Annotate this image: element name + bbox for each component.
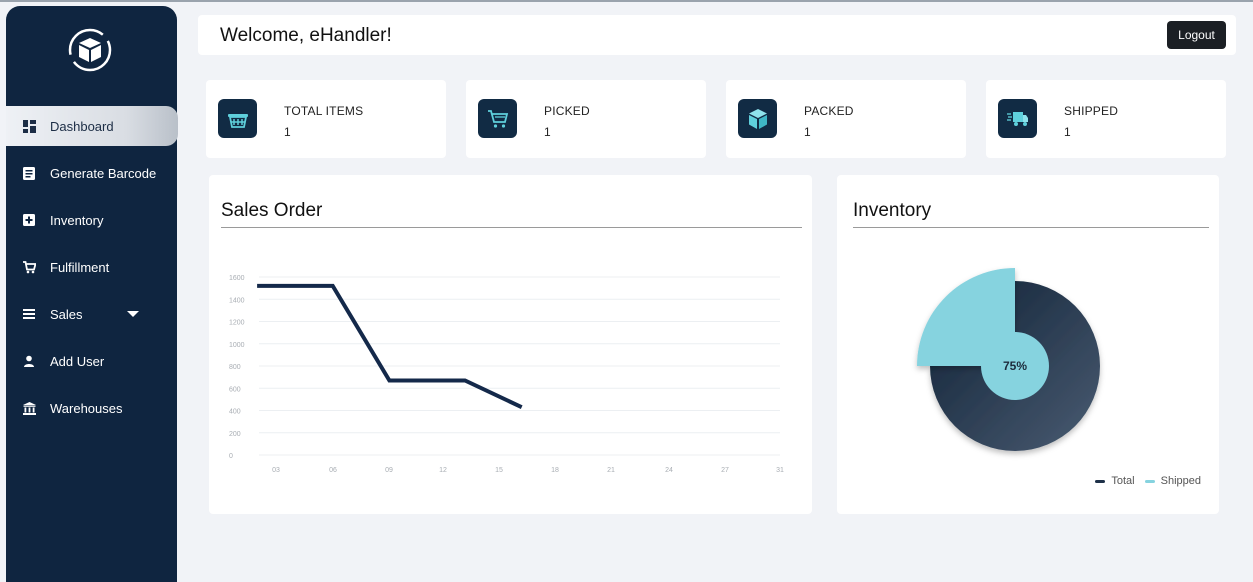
x-tick-label: 06 [329, 467, 337, 474]
chart-legend: Total Shipped [1085, 475, 1201, 487]
legend-swatch-shipped [1144, 479, 1155, 483]
y-tick-label: 0 [229, 453, 233, 460]
x-tick-label: 21 [607, 467, 615, 474]
plus-box-icon [22, 213, 36, 227]
y-tick-label: 800 [229, 364, 241, 371]
sidebar-item-generate-barcode[interactable]: Generate Barcode [0, 153, 171, 193]
logout-button[interactable]: Logout [1167, 21, 1226, 49]
sidebar-item-fulfillment[interactable]: Fulfillment [0, 247, 171, 287]
y-tick-label: 1600 [229, 275, 245, 282]
legend-label-total: Total [1111, 475, 1135, 487]
stat-value: 1 [284, 125, 291, 139]
stat-label: PICKED [544, 104, 590, 118]
legend-swatch-total [1095, 479, 1106, 483]
stat-label: SHIPPED [1064, 104, 1119, 118]
stat-value: 1 [804, 125, 811, 139]
cart-icon [478, 99, 517, 138]
document-icon [22, 166, 36, 180]
x-tick-label: 12 [439, 467, 447, 474]
sidebar-item-label: Generate Barcode [50, 165, 157, 181]
dashboard-icon [22, 119, 36, 133]
sidebar-item-label: Dashboard [50, 118, 114, 134]
x-tick-label: 27 [721, 467, 729, 474]
sidebar-item-dashboard[interactable]: Dashboard [6, 106, 178, 146]
stat-card-shipped: SHIPPED 1 [986, 80, 1226, 158]
stat-value: 1 [1064, 125, 1071, 139]
list-icon [22, 307, 36, 321]
stat-card-packed: PACKED 1 [726, 80, 966, 158]
top-border [0, 0, 1253, 2]
x-tick-label: 24 [665, 467, 673, 474]
stat-card-picked: PICKED 1 [466, 80, 706, 158]
y-tick-label: 400 [229, 409, 241, 416]
sidebar-item-label: Sales [50, 306, 83, 322]
x-tick-label: 15 [495, 467, 503, 474]
y-tick-label: 1400 [229, 297, 245, 304]
sidebar-item-label: Add User [50, 353, 105, 369]
y-tick-label: 600 [229, 386, 241, 393]
inventory-panel: Inventory 75% Total Shipped [837, 175, 1219, 514]
y-tick-label: 200 [229, 431, 241, 438]
basket-icon [218, 99, 257, 138]
header-bar: Welcome, eHandler! Logout [198, 15, 1236, 55]
series-line [257, 283, 523, 410]
chevron-down-icon[interactable] [127, 311, 139, 317]
inventory-pie-chart: 75% [917, 268, 1100, 451]
sidebar-item-label: Warehouses [50, 400, 123, 416]
y-tick-label: 1200 [229, 320, 245, 327]
y-tick-label: 1000 [229, 342, 245, 349]
sidebar-item-warehouses[interactable]: Warehouses [0, 388, 171, 428]
sidebar-item-inventory[interactable]: Inventory [0, 200, 171, 240]
user-icon [22, 354, 36, 368]
page-title: Welcome, eHandler! [220, 25, 392, 46]
x-tick-label: 09 [385, 467, 393, 474]
sidebar-item-sales[interactable]: Sales [0, 294, 171, 334]
stat-card-total-items: TOTAL ITEMS 1 [206, 80, 446, 158]
bank-icon [22, 401, 36, 415]
sidebar-item-add-user[interactable]: Add User [0, 341, 171, 381]
stat-label: TOTAL ITEMS [284, 104, 364, 118]
package-icon [738, 99, 777, 138]
sidebar-item-label: Fulfillment [50, 259, 110, 275]
x-tick-label: 03 [272, 467, 280, 474]
stat-value: 1 [544, 125, 551, 139]
stat-label: PACKED [804, 104, 854, 118]
sales-line-chart: 0 200 400 600 800 1000 1200 1400 1600 03 06 09 12 15 1… [229, 275, 784, 474]
sales-order-panel: Sales Order 0 200 400 600 800 1000 1200 1400 160… [209, 175, 812, 514]
cart-icon [22, 260, 36, 274]
truck-icon [998, 99, 1037, 138]
legend-label-shipped: Shipped [1160, 475, 1201, 487]
donut-center-label: 75% [1003, 359, 1027, 373]
x-tick-label: 31 [776, 467, 784, 474]
box-cycle-icon[interactable] [64, 24, 116, 76]
sidebar-item-label: Inventory [50, 212, 104, 228]
x-tick-label: 18 [551, 467, 559, 474]
